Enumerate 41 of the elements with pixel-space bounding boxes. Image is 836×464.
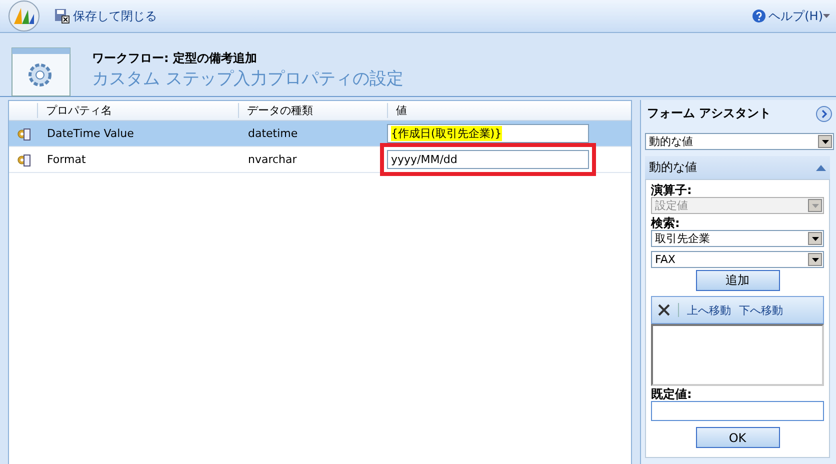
data-type: datetime (247, 127, 299, 140)
section-header[interactable]: 動的な値 (645, 156, 830, 179)
property-icon (15, 126, 31, 142)
operator-label: 演算子: (651, 184, 693, 197)
property-name: DateTime Value (46, 127, 135, 140)
move-button[interactable]: 上へ移動 (687, 302, 731, 318)
property-row[interactable]: Format nvarchar yyyy/MM/dd (9, 147, 631, 173)
property-icon (15, 152, 31, 168)
column-header[interactable]: プロパティ名 (37, 103, 238, 118)
dropdown-arrow-icon (812, 236, 818, 240)
dropdown-arrow-icon (822, 140, 828, 144)
property-row[interactable]: DateTime Value datetime {作成日(取引先企業)} (9, 121, 631, 147)
help-button[interactable]: ヘルプ(H) (752, 8, 823, 24)
delete-icon[interactable] (658, 304, 670, 316)
lookup-label: 検索: (651, 217, 681, 230)
workflow-step-icon (10, 47, 72, 97)
default-value-label: 既定値: (651, 388, 693, 401)
value-type-dropdown[interactable]: 動的な値 (645, 133, 834, 150)
workflow-name: ワークフロー: 定型の備考追加 (92, 50, 258, 67)
property-name: Format (46, 153, 87, 166)
ok-button[interactable]: OK (696, 427, 780, 448)
page-title: カスタム ステップ入力プロパティの設定 (92, 68, 404, 90)
data-type: nvarchar (247, 153, 298, 166)
caret-icon (823, 14, 830, 18)
save-close-icon (54, 8, 70, 24)
column-header[interactable]: 値 (387, 103, 593, 118)
column-header[interactable]: データの種類 (238, 103, 387, 118)
dropdown-arrow-icon (812, 204, 818, 208)
assistant-title: フォーム アシスタント (647, 105, 772, 122)
move-button[interactable]: 下へ移動 (739, 302, 783, 318)
help-icon (752, 9, 766, 23)
default-value-field[interactable] (651, 401, 824, 421)
dynamic-values-list[interactable] (651, 324, 824, 386)
collapse-icon (816, 164, 826, 170)
dropdown-arrow-icon (812, 258, 818, 262)
lookup-entity-dropdown[interactable]: 取引先企業 (651, 230, 824, 247)
save-close-button[interactable]: 保存して閉じる (54, 8, 157, 24)
collapse-pane-icon[interactable] (816, 106, 832, 122)
value-field[interactable]: {作成日(取引先企業)} (387, 124, 589, 143)
lookup-field-dropdown[interactable]: FAX (651, 251, 824, 268)
add-button[interactable]: 追加 (696, 270, 780, 291)
